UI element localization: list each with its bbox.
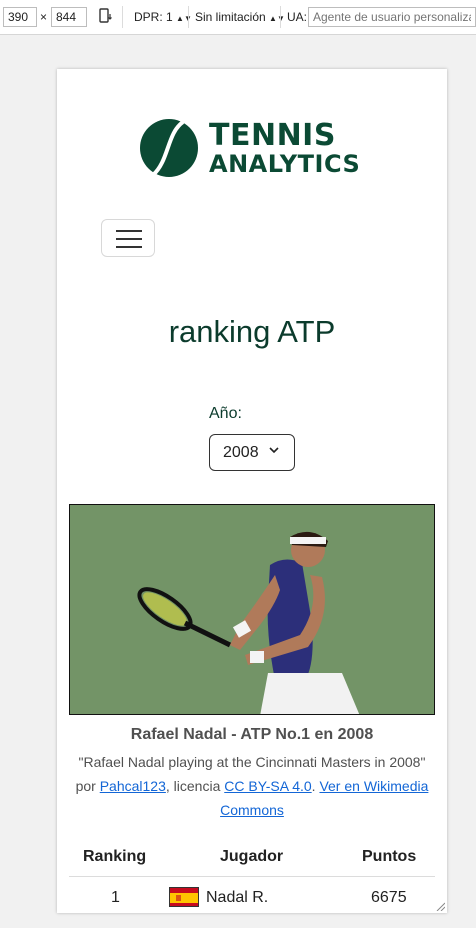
dimension-separator: ×: [40, 10, 48, 24]
brand-wordmark: TENNIS ANALYTICS: [209, 121, 360, 179]
hamburger-icon: [116, 230, 142, 232]
photo-description: "Rafael Nadal playing at the Cincinnati …: [78, 754, 426, 770]
rotate-icon[interactable]: [98, 8, 114, 27]
page-title: ranking ATP: [168, 314, 336, 349]
user-agent-input[interactable]: [308, 7, 476, 27]
resize-handle-icon[interactable]: [435, 901, 445, 911]
brand-logo[interactable]: TENNIS ANALYTICS: [139, 117, 360, 183]
devtools-toolbar: 390 × 844 DPR: 1 ▲▼ Sin limitación ▲▼ UA…: [0, 0, 476, 35]
toolbar-divider: [280, 6, 281, 28]
credit-by: por: [75, 778, 96, 794]
toolbar-divider: [188, 6, 189, 28]
row-ranking: 1: [111, 889, 120, 906]
menu-button[interactable]: [101, 219, 155, 257]
year-label: Año:: [209, 405, 242, 422]
license-link[interactable]: CC BY-SA 4.0: [224, 778, 311, 794]
year-select[interactable]: 2008: [209, 434, 295, 471]
ua-label: UA:: [287, 10, 308, 24]
throttle-caret-icon: ▲▼: [269, 14, 285, 23]
author-link[interactable]: Pahcal123: [100, 778, 166, 794]
photo-caption: Rafael Nadal - ATP No.1 en 2008: [130, 726, 374, 743]
year-value: 2008: [223, 444, 259, 461]
column-header-player: Jugador: [220, 848, 284, 865]
spain-flag-icon: [169, 887, 199, 907]
brand-line1: TENNIS: [209, 118, 336, 153]
emulated-page: TENNIS ANALYTICS ranking ATP Año: 2008 R…: [57, 69, 447, 913]
chevron-down-icon: [268, 443, 280, 459]
hamburger-icon: [116, 246, 142, 248]
license-prefix: , licencia: [165, 778, 221, 794]
row-points: 6675: [371, 889, 407, 906]
row-player: Nadal R.: [206, 889, 269, 906]
column-header-points: Puntos: [362, 848, 417, 865]
hamburger-icon: [116, 238, 142, 240]
dpr-select[interactable]: DPR: 1 ▲▼: [134, 10, 192, 26]
photo-credit: "Rafael Nadal playing at the Cincinnati …: [71, 750, 433, 822]
column-header-ranking: Ranking: [83, 848, 147, 865]
throttle-select[interactable]: Sin limitación ▲▼: [195, 10, 285, 26]
height-input[interactable]: 844: [51, 7, 87, 27]
throttle-label: Sin limitación: [195, 10, 266, 24]
tennis-ball-icon: [140, 119, 198, 177]
credit-period: .: [311, 778, 316, 794]
dpr-label: DPR: 1: [134, 10, 173, 24]
toolbar-divider: [122, 6, 123, 28]
player-photo: [69, 504, 435, 715]
header-divider: [69, 876, 435, 877]
width-input[interactable]: 390: [3, 7, 37, 27]
brand-line2: ANALYTICS: [209, 150, 361, 178]
dpr-caret-icon: ▲▼: [176, 14, 192, 23]
